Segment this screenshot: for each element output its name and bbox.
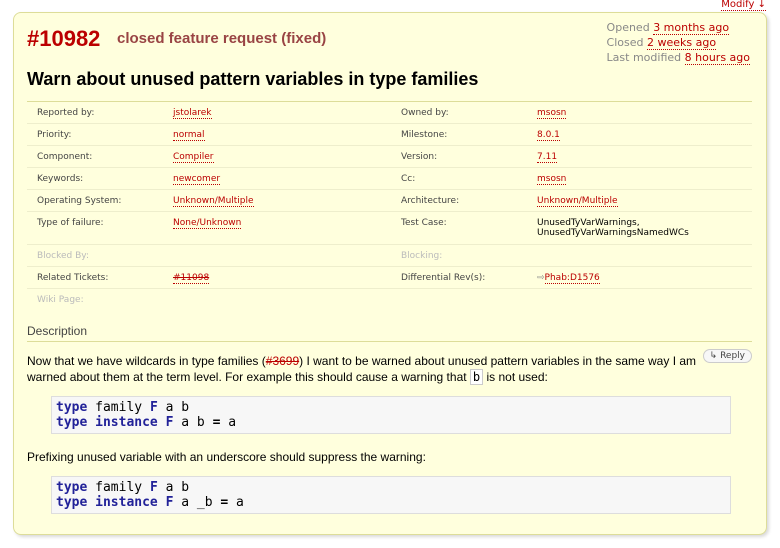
- keyword: instance: [95, 495, 158, 510]
- milestone-link[interactable]: 8.0.1: [537, 129, 560, 141]
- blocking-label: Blocking:: [401, 250, 443, 261]
- code-block: type family F a b type instance F a b = …: [51, 396, 731, 434]
- external-link-icon: ⇨: [537, 272, 545, 283]
- type-name: F: [149, 480, 158, 495]
- keyword: type: [56, 480, 88, 495]
- ticket-box: #10982 closed feature request (fixed) Op…: [13, 12, 767, 535]
- arch-label: Architecture:: [401, 195, 460, 206]
- reply-label: Reply: [720, 351, 745, 361]
- diffrev-label: Differential Rev(s):: [401, 272, 486, 283]
- keyword: type: [56, 400, 88, 415]
- prop-row: Type of failure: None/Unknown Test Case:…: [27, 212, 752, 245]
- prop-row: Wiki Page:: [27, 289, 752, 311]
- closed-label: Closed: [606, 36, 644, 49]
- reply-icon: ↳: [709, 351, 721, 361]
- os-label: Operating System:: [37, 195, 122, 206]
- ticket-id: #10982: [27, 26, 101, 51]
- code-text: a b: [157, 400, 190, 415]
- ticket-summary: Warn about unused pattern variables in t…: [27, 69, 479, 89]
- component-link[interactable]: Compiler: [173, 151, 214, 163]
- arch-link[interactable]: Unknown/Multiple: [537, 195, 618, 207]
- closed-link[interactable]: 2 weeks ago: [647, 36, 717, 50]
- priority-link[interactable]: normal: [173, 129, 205, 141]
- code-block: type family F a b type instance F a _b =…: [51, 476, 731, 514]
- reported-by-link[interactable]: jstolarek: [173, 107, 212, 119]
- related-label: Related Tickets:: [37, 272, 109, 283]
- ticket-dates: Opened 3 months ago Closed 2 weeks ago L…: [607, 20, 750, 65]
- opened-label: Opened: [606, 21, 650, 34]
- code-text: family: [87, 480, 150, 495]
- prop-row: Related Tickets: #11098 Differential Rev…: [27, 267, 752, 289]
- keyword: type: [56, 495, 88, 510]
- prop-row: Component: Compiler Version: 7.11: [27, 146, 752, 168]
- inline-code: b: [469, 369, 484, 385]
- version-link[interactable]: 7.11: [537, 151, 558, 163]
- related-ticket-link[interactable]: #11098: [173, 272, 210, 284]
- code-text: a: [220, 415, 237, 430]
- properties-table: Reported by: jstolarek Owned by: msosn P…: [27, 101, 752, 311]
- keyword: type: [56, 415, 88, 430]
- prop-row: Operating System: Unknown/Multiple Archi…: [27, 190, 752, 212]
- code-text: family: [87, 400, 150, 415]
- modify-link[interactable]: Modify ↓: [721, 0, 766, 11]
- code-line: type family F a b: [56, 480, 726, 495]
- text-span: Now that we have wildcards in type famil…: [27, 354, 266, 368]
- prop-row: Keywords: newcomer Cc: msosn: [27, 168, 752, 190]
- wiki-label: Wiki Page:: [37, 295, 84, 305]
- code-text: a b: [157, 480, 190, 495]
- code-line: type family F a b: [56, 400, 726, 415]
- owned-by-link[interactable]: msosn: [537, 107, 567, 119]
- code-line: type instance F a b = a: [56, 415, 726, 430]
- code-text: a b: [173, 415, 213, 430]
- code-line: type instance F a _b = a: [56, 495, 726, 510]
- os-link[interactable]: Unknown/Multiple: [173, 195, 254, 207]
- blocked-by-label: Blocked By:: [37, 250, 90, 261]
- type-name: F: [149, 400, 158, 415]
- description-heading: Description: [27, 324, 752, 342]
- testcase-line: UnusedTyVarWarningsNamedWCs: [537, 228, 689, 238]
- description-paragraph: Prefixing unused variable with an unders…: [27, 450, 426, 464]
- text-span: is not used:: [483, 370, 548, 384]
- keywords-link[interactable]: newcomer: [173, 173, 221, 185]
- keyword: instance: [95, 415, 158, 430]
- testcase-label: Test Case:: [401, 218, 447, 228]
- prop-row: Blocked By: Blocking:: [27, 245, 752, 267]
- cc-label: Cc:: [401, 173, 416, 184]
- failure-label: Type of failure:: [37, 218, 104, 228]
- version-label: Version:: [401, 151, 438, 162]
- reported-by-label: Reported by:: [37, 107, 95, 118]
- modified-link[interactable]: 8 hours ago: [684, 51, 750, 65]
- code-text: a: [228, 495, 244, 510]
- prop-row: Reported by: jstolarek Owned by: msosn: [27, 102, 752, 124]
- testcase-value: UnusedTyVarWarnings, UnusedTyVarWarnings…: [537, 218, 752, 238]
- description-paragraph: Now that we have wildcards in type famil…: [27, 353, 707, 385]
- reply-button[interactable]: ↳ Reply: [702, 349, 752, 363]
- milestone-label: Milestone:: [401, 129, 448, 140]
- cc-link[interactable]: msosn: [537, 173, 567, 185]
- ticket-link[interactable]: #3699: [266, 354, 299, 368]
- prop-row: Priority: normal Milestone: 8.0.1: [27, 124, 752, 146]
- keywords-label: Keywords:: [37, 173, 84, 184]
- priority-label: Priority:: [37, 129, 72, 140]
- opened-link[interactable]: 3 months ago: [653, 21, 730, 35]
- owned-by-label: Owned by:: [401, 107, 449, 118]
- ticket-type: closed feature request (fixed): [117, 30, 327, 47]
- testcase-line: UnusedTyVarWarnings,: [537, 218, 640, 228]
- modified-label: Last modified: [606, 51, 682, 64]
- component-label: Component:: [37, 151, 93, 162]
- code-text: a _b: [173, 495, 221, 510]
- diffrev-link[interactable]: Phab:D1576: [544, 272, 600, 284]
- failure-link[interactable]: None/Unknown: [173, 218, 242, 229]
